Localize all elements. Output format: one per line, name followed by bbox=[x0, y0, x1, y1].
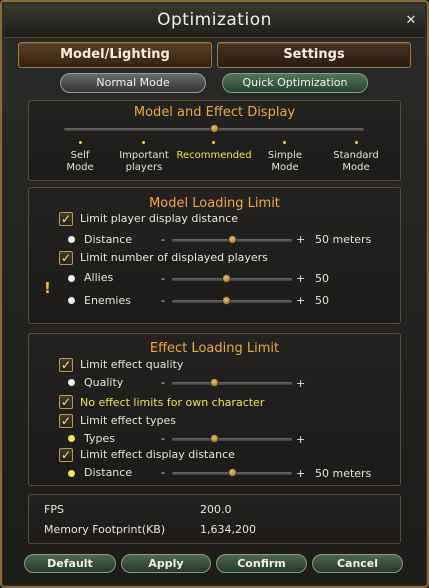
allies-minus-button[interactable]: - bbox=[161, 272, 165, 285]
quality-plus-button[interactable]: + bbox=[296, 377, 305, 390]
quality-bullet bbox=[68, 379, 75, 386]
slider-knob[interactable] bbox=[210, 434, 219, 443]
title-bar[interactable]: Optimization ✕ bbox=[4, 4, 425, 38]
types-slider[interactable] bbox=[172, 434, 292, 444]
slider-knob[interactable] bbox=[222, 274, 231, 283]
player-distance-slider[interactable] bbox=[172, 235, 292, 245]
allies-label: Allies bbox=[84, 271, 114, 284]
enemies-label: Enemies bbox=[84, 294, 131, 307]
mode-option-important-line2: players bbox=[125, 162, 163, 173]
mode-tick-recommended bbox=[212, 141, 215, 144]
allies-bullet bbox=[68, 275, 75, 282]
effect-distance-minus-button[interactable]: - bbox=[161, 466, 165, 479]
effect-distance-bullet bbox=[68, 470, 75, 477]
allies-slider[interactable] bbox=[172, 274, 292, 284]
cancel-button[interactable]: Cancel bbox=[312, 554, 403, 573]
slider-track bbox=[172, 278, 292, 281]
mode-option-simple-line1: Simple bbox=[267, 150, 303, 161]
confirm-button[interactable]: Confirm bbox=[216, 554, 307, 573]
fps-value: 200.0 bbox=[200, 503, 232, 516]
limit-effect-distance-label: Limit effect display distance bbox=[80, 448, 235, 461]
limit-effect-types-checkbox[interactable]: ✓ bbox=[59, 414, 73, 428]
slider-knob[interactable] bbox=[210, 124, 219, 133]
tab-settings[interactable]: Settings bbox=[217, 42, 411, 68]
player-distance-value: 50 meters bbox=[315, 233, 372, 246]
allies-value: 50 bbox=[315, 272, 329, 285]
mode-tick-self bbox=[79, 141, 82, 144]
limit-player-count-label: Limit number of displayed players bbox=[80, 251, 268, 264]
close-icon[interactable]: ✕ bbox=[403, 13, 419, 29]
window-title: Optimization bbox=[157, 10, 272, 30]
limit-effect-quality-checkbox[interactable]: ✓ bbox=[59, 358, 73, 372]
stats-panel bbox=[28, 494, 401, 544]
default-button[interactable]: Default bbox=[24, 554, 116, 573]
display-level-slider[interactable] bbox=[64, 124, 364, 134]
mode-option-standard-line2: Mode bbox=[342, 162, 370, 173]
mode-option-standard-line1: Standard bbox=[333, 150, 379, 161]
no-limits-own-label: No effect limits for own character bbox=[80, 396, 265, 409]
player-distance-label: Distance bbox=[84, 233, 133, 246]
limit-effect-quality-label: Limit effect quality bbox=[80, 358, 184, 371]
effect-distance-value: 50 meters bbox=[315, 467, 372, 480]
distance-bullet bbox=[68, 236, 75, 243]
model-loading-limit-title: Model Loading Limit bbox=[149, 196, 280, 211]
effect-distance-label: Distance bbox=[84, 466, 133, 479]
limit-player-distance-label: Limit player display distance bbox=[80, 212, 239, 225]
mode-option-simple-line2: Mode bbox=[271, 162, 299, 173]
apply-button[interactable]: Apply bbox=[121, 554, 211, 573]
effect-loading-limit-panel: Effect Loading Limit bbox=[28, 333, 401, 486]
enemies-minus-button[interactable]: - bbox=[161, 294, 165, 307]
effect-distance-slider[interactable] bbox=[172, 468, 292, 478]
limit-effect-types-label: Limit effect types bbox=[80, 414, 177, 427]
player-distance-plus-button[interactable]: + bbox=[296, 233, 305, 246]
no-limits-own-checkbox[interactable]: ✓ bbox=[59, 395, 73, 409]
mode-option-recommended[interactable]: Recommended bbox=[174, 150, 254, 162]
slider-track bbox=[172, 438, 292, 441]
types-label: Types bbox=[84, 432, 115, 445]
types-plus-button[interactable]: + bbox=[296, 433, 305, 446]
quality-slider[interactable] bbox=[172, 378, 292, 388]
enemies-slider[interactable] bbox=[172, 296, 292, 306]
limit-effect-distance-checkbox[interactable]: ✓ bbox=[59, 448, 73, 462]
mode-option-recommended-line1: Recommended bbox=[176, 150, 252, 161]
types-bullet bbox=[68, 435, 75, 442]
slider-knob[interactable] bbox=[222, 296, 231, 305]
limit-player-count-checkbox[interactable]: ✓ bbox=[59, 251, 73, 265]
types-minus-button[interactable]: - bbox=[161, 432, 165, 445]
mode-option-simple[interactable]: Simple Mode bbox=[245, 150, 325, 174]
slider-track bbox=[172, 300, 292, 303]
memory-footprint-value: 1,634,200 bbox=[200, 523, 256, 536]
slider-knob[interactable] bbox=[228, 468, 237, 477]
model-effect-display-title: Model and Effect Display bbox=[133, 105, 296, 120]
normal-mode-button[interactable]: Normal Mode bbox=[60, 73, 206, 93]
slider-knob[interactable] bbox=[228, 235, 237, 244]
mode-option-important-players[interactable]: Important players bbox=[104, 150, 184, 174]
memory-footprint-label: Memory Footprint(KB) bbox=[44, 523, 166, 536]
warning-icon: ! bbox=[44, 279, 51, 297]
effect-distance-plus-button[interactable]: + bbox=[296, 467, 305, 480]
enemies-bullet bbox=[68, 297, 75, 304]
mode-tick-standard bbox=[355, 141, 358, 144]
mode-option-standard[interactable]: Standard Mode bbox=[316, 150, 396, 174]
tab-model-lighting[interactable]: Model/Lighting bbox=[18, 42, 212, 68]
allies-plus-button[interactable]: + bbox=[296, 272, 305, 285]
enemies-plus-button[interactable]: + bbox=[296, 294, 305, 307]
quality-minus-button[interactable]: - bbox=[161, 376, 165, 389]
effect-loading-limit-title: Effect Loading Limit bbox=[149, 341, 280, 356]
mode-tick-important bbox=[142, 141, 145, 144]
slider-track bbox=[172, 382, 292, 385]
limit-player-distance-checkbox[interactable]: ✓ bbox=[59, 212, 73, 226]
quick-optimization-button[interactable]: Quick Optimization bbox=[222, 73, 368, 93]
player-distance-minus-button[interactable]: - bbox=[161, 233, 165, 246]
mode-tick-simple bbox=[283, 141, 286, 144]
enemies-value: 50 bbox=[315, 294, 329, 307]
fps-label: FPS bbox=[44, 503, 64, 516]
mode-option-important-line1: Important bbox=[119, 150, 169, 161]
slider-knob[interactable] bbox=[210, 378, 219, 387]
quality-label: Quality bbox=[84, 376, 124, 389]
